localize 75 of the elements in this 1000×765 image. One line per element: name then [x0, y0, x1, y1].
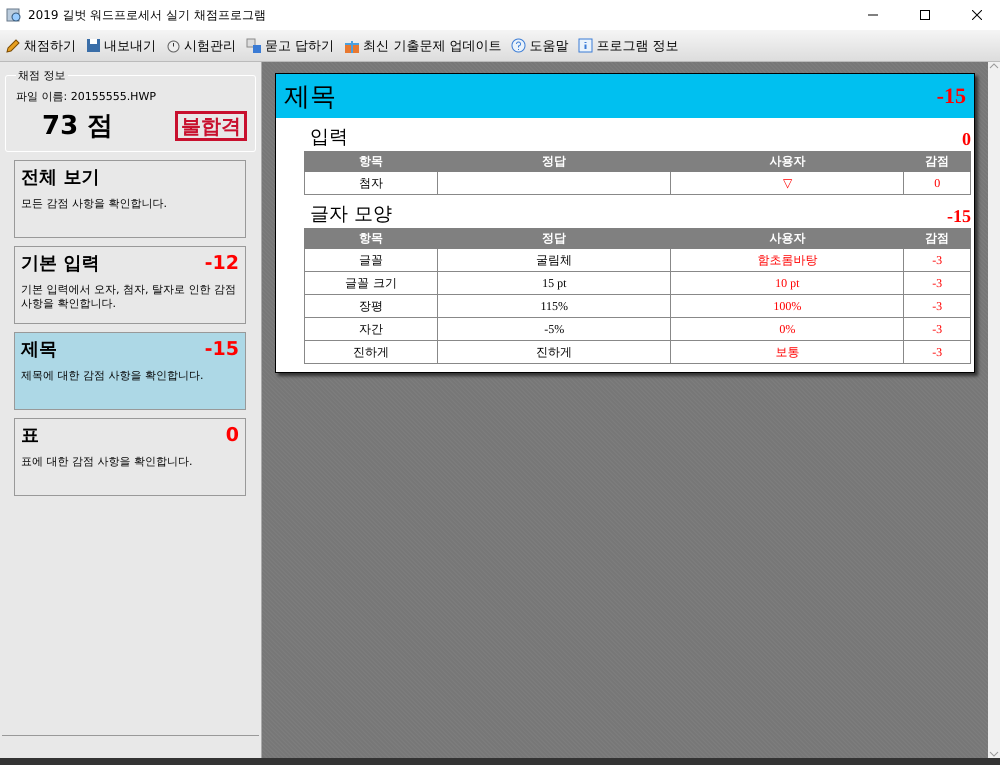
scroll-up-icon[interactable] [989, 62, 999, 70]
table-cell: -5% [438, 318, 671, 340]
table-cell: 자간 [304, 318, 438, 340]
category-title: 기본 입력 [21, 252, 100, 275]
table-cell: 10 pt [670, 272, 904, 294]
toolbar-button[interactable]: 시험관리 [166, 36, 236, 54]
section-title: 입력 [310, 125, 348, 150]
section-points: 0 [962, 129, 971, 150]
category-title: 표 [21, 424, 39, 447]
category-points: 0 [226, 424, 239, 446]
column-header: 정답 [438, 228, 671, 248]
table-cell: 0% [670, 318, 904, 340]
category-card[interactable]: 표 0 표에 대한 감점 사항을 확인합니다. [14, 418, 246, 496]
help-icon [511, 38, 526, 53]
report-title: 제목 [284, 80, 336, 114]
toolbar-button[interactable]: 채점하기 [5, 36, 76, 54]
toolbar-button[interactable]: 묻고 답하기 [246, 36, 334, 54]
table-cell: 글꼴 크기 [304, 272, 438, 294]
category-points: -15 [204, 338, 239, 360]
category-description: 모든 감점 사항을 확인합니다. [21, 197, 168, 212]
table-cell: 보통 [670, 340, 904, 364]
info-icon [578, 38, 594, 53]
category-description: 기본 입력에서 오자, 첨자, 탈자로 인한 감점 사항을 확인합니다. [21, 283, 237, 312]
table-cell: 115% [438, 294, 671, 318]
report-points: -15 [936, 83, 966, 109]
category-card[interactable]: 제목 -15 제목에 대한 감점 사항을 확인합니다. [14, 332, 246, 410]
table-cell: -3 [904, 340, 970, 364]
table-cell: 글꼴 [304, 248, 438, 272]
app-icon [6, 7, 22, 23]
column-header: 항목 [304, 152, 438, 172]
table-cell: 장평 [304, 294, 438, 318]
maximize-icon [920, 10, 930, 20]
column-header: 감점 [904, 152, 970, 172]
table-cell: ▽ [670, 172, 904, 194]
table-cell: 0 [904, 172, 970, 194]
table-cell: 진하게 [438, 340, 671, 364]
table-cell: 첨자 [304, 172, 438, 194]
close-icon [972, 10, 982, 20]
column-header: 감점 [904, 228, 970, 248]
category-description: 표에 대한 감점 사항을 확인합니다. [21, 455, 194, 470]
table-cell: -3 [904, 318, 970, 340]
category-points: -12 [204, 252, 239, 274]
table-cell: -3 [904, 294, 970, 318]
table-cell: 함초롬바탕 [670, 248, 904, 272]
table-cell: -3 [904, 248, 970, 272]
category-title: 제목 [21, 338, 57, 361]
category-card[interactable]: 기본 입력 -12 기본 입력에서 오자, 첨자, 탈자로 인한 감점 사항을 확인합니다. [14, 246, 246, 324]
toolbar-button[interactable]: 프로그램 정보 [578, 36, 679, 54]
file-name: 파일 이름: 20155555.HWP [16, 89, 157, 104]
table-cell: 15 pt [438, 272, 671, 294]
panel-legend: 채점 정보 [16, 68, 68, 83]
toolbar-button[interactable]: 최신 기출문제 업데이트 [344, 36, 502, 54]
table-cell: 100% [670, 294, 904, 318]
column-header: 사용자 [670, 152, 904, 172]
pencil-icon [5, 38, 21, 54]
section-title: 글자 모양 [310, 202, 392, 227]
section-points: -15 [947, 206, 971, 227]
fail-stamp: 불합격 [175, 110, 247, 140]
translate-icon [246, 38, 262, 54]
column-header: 사용자 [670, 228, 904, 248]
table-cell: 굴림체 [438, 248, 671, 272]
toolbar-button[interactable]: 도움말 [511, 36, 568, 54]
window-title: 2019 길벗 워드프로세서 실기 채점프로그램 [28, 6, 267, 24]
table-cell: 진하게 [304, 340, 438, 364]
table-cell: -3 [904, 272, 970, 294]
scrollbar[interactable] [988, 62, 1000, 758]
stopwatch-icon [166, 38, 181, 53]
category-description: 제목에 대한 감점 사항을 확인합니다. [21, 369, 204, 384]
column-header: 정답 [438, 152, 671, 172]
column-header: 항목 [304, 228, 438, 248]
category-title: 전체 보기 [21, 166, 100, 189]
category-card[interactable]: 전체 보기 모든 감점 사항을 확인합니다. [14, 160, 246, 238]
score-value: 73 점 [42, 110, 114, 143]
scroll-down-icon[interactable] [989, 750, 999, 758]
toolbar-button[interactable]: 내보내기 [86, 36, 156, 54]
